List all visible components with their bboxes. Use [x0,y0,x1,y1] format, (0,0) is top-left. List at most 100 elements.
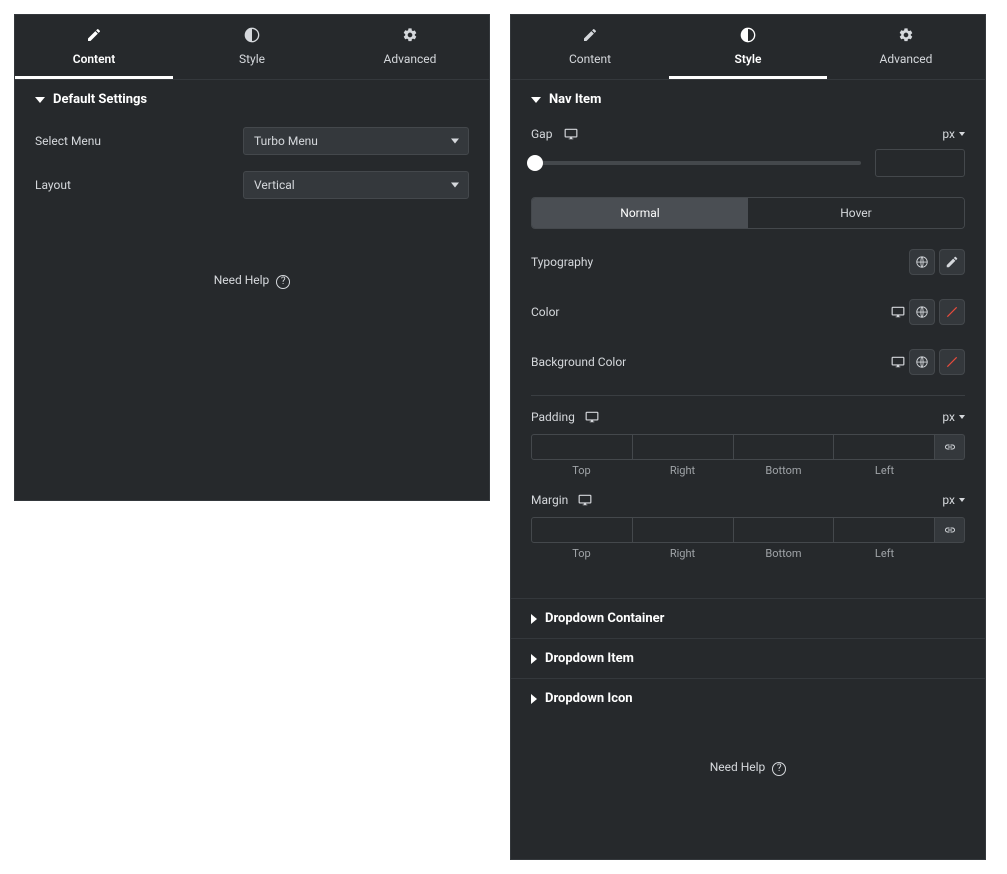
unit-selector-padding[interactable]: px [942,410,965,424]
chevron-right-icon [531,614,537,624]
section-default-settings[interactable]: Default Settings [15,80,489,119]
padding-bottom-input[interactable] [734,434,835,460]
edit-typography-button[interactable] [939,249,965,275]
global-button[interactable] [909,349,935,375]
tab-style-label: Style [239,52,265,66]
margin-head: Margin px [531,487,965,513]
chevron-down-icon [959,132,965,136]
side-left: Left [834,547,935,560]
slider-thumb[interactable] [527,155,543,171]
desktop-icon[interactable] [564,127,578,141]
bg-color-picker-button[interactable] [939,349,965,375]
padding-top-input[interactable] [531,434,633,460]
control-layout: Layout Vertical [15,163,489,207]
contrast-icon [173,27,331,46]
tab-style[interactable]: Style [669,15,827,79]
bg-color-label: Background Color [531,355,891,369]
global-button[interactable] [909,299,935,325]
color-picker-button[interactable] [939,299,965,325]
typography-row: Typography [531,237,965,287]
unit-label: px [942,493,955,507]
state-normal-label: Normal [620,206,659,220]
padding-label: Padding [531,410,575,424]
margin-top-input[interactable] [531,517,633,543]
desktop-icon[interactable] [891,355,905,369]
desktop-icon[interactable] [578,493,592,507]
side-top: Top [531,464,632,477]
global-button[interactable] [909,249,935,275]
tab-advanced-label: Advanced [880,52,933,66]
side-right: Right [632,547,733,560]
tab-content[interactable]: Content [15,15,173,79]
need-help-link[interactable]: Need Help ? [15,247,489,315]
section-title: Default Settings [53,92,147,107]
margin-bottom-input[interactable] [734,517,835,543]
margin-right-input[interactable] [633,517,734,543]
tab-advanced[interactable]: Advanced [827,15,985,79]
margin-side-labels: Top Right Bottom Left [531,547,965,560]
gap-slider[interactable] [531,161,861,165]
side-bottom: Bottom [733,547,834,560]
section-title: Dropdown Icon [545,691,633,706]
bg-color-row: Background Color [531,337,965,387]
desktop-icon[interactable] [891,305,905,319]
nav-item-title: Nav Item [549,92,601,107]
tab-style[interactable]: Style [173,15,331,79]
control-select-menu: Select Menu Turbo Menu [15,119,489,163]
color-row: Color [531,287,965,337]
unit-label: px [942,410,955,424]
section-dropdown-item[interactable]: Dropdown Item [511,638,985,678]
pencil-icon [511,27,669,46]
need-help-label: Need Help [214,273,270,287]
editor-tabs: Content Style Advanced [511,15,985,80]
tab-content-label: Content [569,52,611,66]
gap-control: Gap px [531,119,965,143]
state-hover-label: Hover [840,206,871,220]
divider [531,395,965,396]
side-left: Left [834,464,935,477]
chevron-down-icon [451,139,459,144]
tab-advanced[interactable]: Advanced [331,15,489,79]
padding-right-input[interactable] [633,434,734,460]
section-dropdown-icon[interactable]: Dropdown Icon [511,678,985,718]
margin-left-input[interactable] [834,517,935,543]
help-icon: ? [772,762,786,776]
gap-label: Gap [531,127,552,141]
layout-dropdown[interactable]: Vertical [243,171,469,199]
gear-icon [827,27,985,46]
side-bottom: Bottom [733,464,834,477]
tab-content[interactable]: Content [511,15,669,79]
tab-style-label: Style [735,52,762,66]
editor-tabs: Content Style Advanced [15,15,489,80]
content-panel: Content Style Advanced Default Settings … [14,14,490,501]
chevron-down-icon [531,97,541,103]
color-label: Color [531,305,891,319]
need-help-link[interactable]: Need Help ? [511,718,985,802]
padding-left-input[interactable] [834,434,935,460]
gap-slider-row [531,143,965,191]
padding-head: Padding px [531,404,965,430]
state-tab-normal[interactable]: Normal [532,198,748,228]
side-right: Right [632,464,733,477]
gear-icon [331,27,489,46]
tab-content-label: Content [73,52,116,66]
desktop-icon[interactable] [585,410,599,424]
layout-value: Vertical [243,171,469,199]
padding-inputs [531,434,965,460]
chevron-down-icon [35,97,45,103]
select-menu-dropdown[interactable]: Turbo Menu [243,127,469,155]
margin-inputs [531,517,965,543]
link-values-button[interactable] [935,434,965,460]
section-dropdown-container[interactable]: Dropdown Container [511,598,985,638]
state-tab-hover[interactable]: Hover [748,198,964,228]
unit-selector-margin[interactable]: px [942,493,965,507]
side-top: Top [531,547,632,560]
layout-label: Layout [35,178,243,192]
contrast-icon [669,27,827,46]
unit-selector-gap[interactable]: px [942,127,965,141]
gap-input[interactable] [875,149,965,177]
section-nav-item[interactable]: Nav Item [511,80,985,119]
link-values-button[interactable] [935,517,965,543]
select-menu-label: Select Menu [35,134,243,148]
unit-label: px [942,127,955,141]
